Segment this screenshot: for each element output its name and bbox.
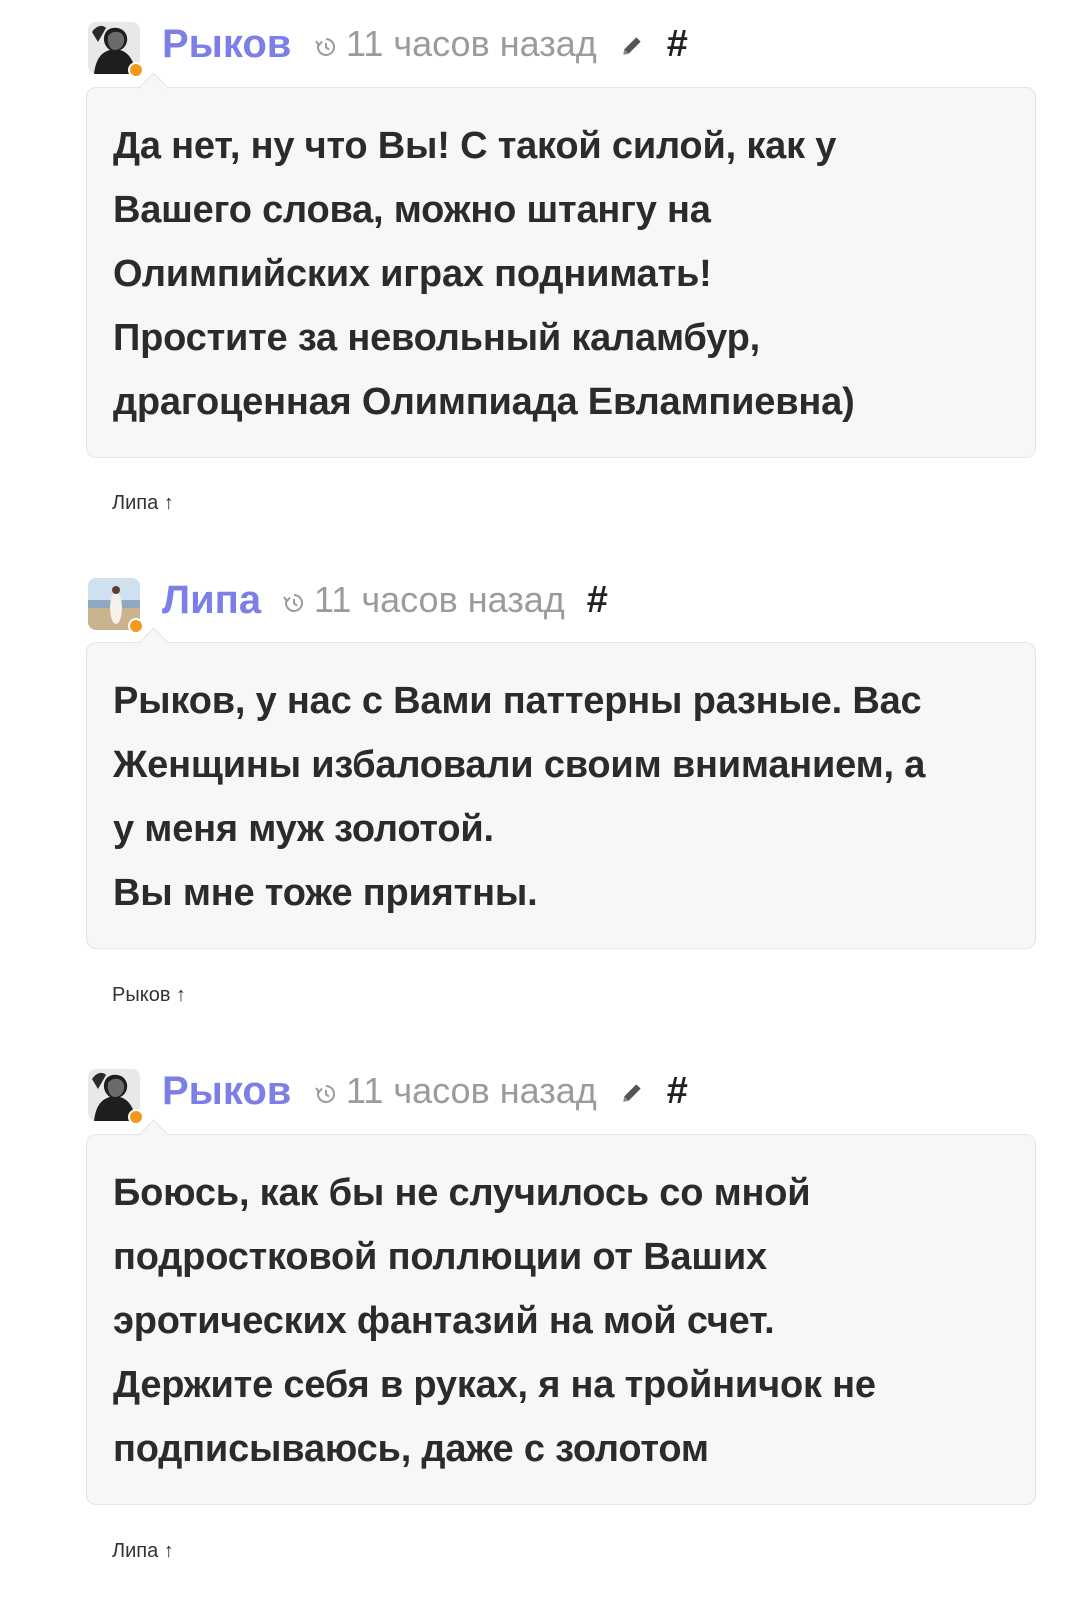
comment-text: Боюсь, как бы не случилось со мной подро… — [113, 1172, 876, 1470]
comment-text: Рыков, у нас с Вами паттерны разные. Вас… — [113, 680, 926, 914]
comment-header: Рыков 11 часов назад # — [88, 1069, 1068, 1125]
comment-bubble: Да нет, ну что Вы! С такой силой, как у … — [86, 72, 1036, 458]
comment-meta: 11 часов назад # — [282, 572, 608, 628]
comment-header: Липа 11 часов назад # — [88, 578, 1068, 634]
author-name[interactable]: Рыков — [162, 1063, 291, 1119]
comment-bubble: Боюсь, как бы не случилось со мной подро… — [86, 1119, 1036, 1505]
comment-text: Да нет, ну что Вы! С такой силой, как у … — [113, 125, 855, 423]
avatar[interactable] — [88, 1069, 144, 1125]
reply-to-link[interactable]: Рыков ↑ — [112, 984, 186, 1007]
author-name[interactable]: Липа — [162, 572, 261, 628]
comment-meta: 11 часов назад # — [314, 16, 688, 72]
comment-time[interactable]: 11 часов назад — [346, 1070, 597, 1112]
online-indicator — [128, 62, 144, 78]
online-indicator — [128, 618, 144, 634]
permalink-hash[interactable]: # — [667, 1070, 688, 1113]
permalink-hash[interactable]: # — [667, 23, 688, 66]
permalink-hash[interactable]: # — [587, 579, 608, 622]
history-icon — [315, 1085, 335, 1103]
avatar[interactable] — [88, 22, 144, 78]
comment-header: Рыков 11 часов назад # — [88, 22, 1068, 78]
history-icon — [283, 594, 303, 612]
pencil-icon[interactable] — [619, 33, 645, 59]
comment-bubble: Рыков, у нас с Вами паттерны разные. Вас… — [86, 627, 1036, 949]
comment-time[interactable]: 11 часов назад — [346, 23, 597, 65]
reply-to-link[interactable]: Липа ↑ — [112, 492, 174, 515]
avatar[interactable] — [88, 578, 144, 634]
comment-time[interactable]: 11 часов назад — [314, 579, 565, 621]
reply-to-link[interactable]: Липа ↑ — [112, 1540, 174, 1563]
comment-meta: 11 часов назад # — [314, 1063, 688, 1119]
online-indicator — [128, 1109, 144, 1125]
pencil-icon[interactable] — [619, 1080, 645, 1106]
history-icon — [315, 38, 335, 56]
author-name[interactable]: Рыков — [162, 16, 291, 72]
